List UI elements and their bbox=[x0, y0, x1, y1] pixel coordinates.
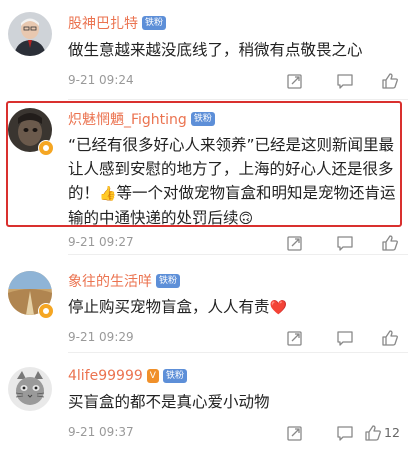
comment-item: 4life99999 V 铁粉 买盲盒的都不是真心爱小动物 9-21 09:37… bbox=[0, 353, 408, 454]
like-icon[interactable] bbox=[364, 424, 382, 442]
comment-text-part2: 等一个对做宠物盲盒和明知是宠物还肯运输的中通快递的处罚后续 bbox=[68, 184, 396, 227]
comment-text: “已经有很多好心人来领养”已经是这则新闻里最让人感到安慰的地方了，上海的好心人还… bbox=[68, 133, 398, 231]
username[interactable]: 4life99999 bbox=[68, 368, 143, 384]
comment-text-body: 停止购买宠物盲盒，人人有责 bbox=[68, 298, 270, 316]
fan-badge: 铁粉 bbox=[142, 16, 167, 30]
comment-item: 炽魅惘魉_Fighting 铁粉 “已经有很多好心人来领养”已经是这则新闻里最让… bbox=[0, 100, 408, 255]
verified-badge-icon bbox=[38, 303, 54, 319]
comment-icon[interactable] bbox=[336, 424, 354, 442]
verified-badge-icon bbox=[38, 140, 54, 156]
share-icon[interactable] bbox=[286, 424, 304, 442]
thumbs-up-emoji-icon: 👍 bbox=[99, 186, 117, 202]
share-icon[interactable] bbox=[286, 234, 304, 252]
username[interactable]: 炽魅惘魉_Fighting bbox=[68, 109, 187, 129]
comment-text: 做生意越来越没底线了，稍微有点敬畏之心 bbox=[68, 41, 363, 59]
like-icon[interactable] bbox=[381, 234, 399, 252]
upside-down-face-emoji-icon: 🙃 bbox=[238, 211, 254, 227]
fan-badge: 铁粉 bbox=[190, 112, 215, 126]
comment-text: 买盲盒的都不是真心爱小动物 bbox=[68, 393, 270, 411]
username-row: 炽魅惘魉_Fighting 铁粉 bbox=[68, 109, 215, 129]
comment-meta: 9-21 09:24 bbox=[68, 73, 398, 89]
avatar[interactable] bbox=[8, 367, 52, 411]
share-icon[interactable] bbox=[286, 329, 304, 347]
like-count: 12 bbox=[384, 425, 400, 440]
comment-item: 象往的生活咩 铁粉 停止购买宠物盲盒，人人有责❤️ 9-21 09:29 bbox=[0, 255, 408, 353]
comment-meta: 9-21 09:29 bbox=[68, 330, 398, 346]
username[interactable]: 象往的生活咩 bbox=[68, 271, 152, 291]
timestamp: 9-21 09:29 bbox=[68, 330, 134, 344]
comment-icon[interactable] bbox=[336, 234, 354, 252]
comment-meta: 9-21 09:27 bbox=[68, 235, 398, 251]
level-badge: V bbox=[146, 369, 159, 383]
timestamp: 9-21 09:27 bbox=[68, 235, 134, 249]
comment-icon[interactable] bbox=[336, 72, 354, 90]
fan-badge: 铁粉 bbox=[162, 369, 187, 383]
username-row: 4life99999 V 铁粉 bbox=[68, 366, 187, 386]
username[interactable]: 股神巴扎特 bbox=[68, 13, 138, 33]
comment-meta: 9-21 09:37 12 bbox=[68, 424, 400, 442]
avatar[interactable] bbox=[8, 12, 52, 56]
comment-icon[interactable] bbox=[336, 329, 354, 347]
fan-badge: 铁粉 bbox=[156, 274, 181, 288]
username-row: 股神巴扎特 铁粉 bbox=[68, 13, 167, 33]
share-icon[interactable] bbox=[286, 72, 304, 90]
heart-emoji-icon: ❤️ bbox=[269, 300, 287, 316]
comment-item: 股神巴扎特 铁粉 做生意越来越没底线了，稍微有点敬畏之心 9-21 09:24 bbox=[0, 0, 408, 100]
username-row: 象往的生活咩 铁粉 bbox=[68, 271, 181, 291]
timestamp: 9-21 09:24 bbox=[68, 73, 134, 87]
comment-text: 停止购买宠物盲盒，人人有责❤️ bbox=[68, 295, 398, 320]
like-icon[interactable] bbox=[381, 72, 399, 90]
timestamp: 9-21 09:37 bbox=[68, 425, 134, 439]
like-icon[interactable] bbox=[381, 329, 399, 347]
